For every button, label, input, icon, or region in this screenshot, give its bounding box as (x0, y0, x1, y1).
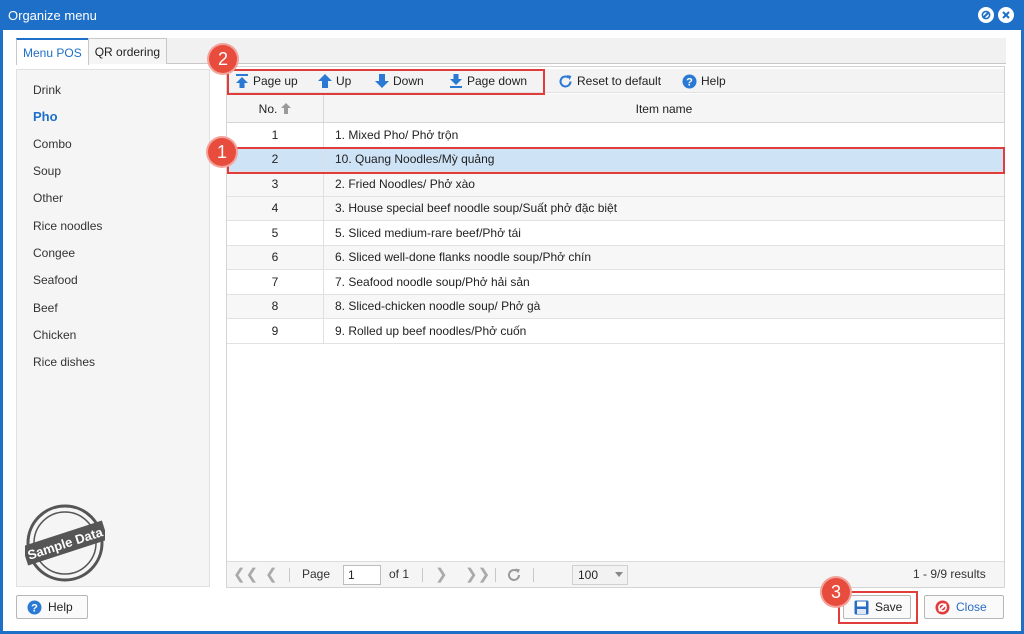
svg-text:?: ? (686, 76, 693, 88)
help-icon: ? (682, 74, 697, 88)
toolbar-highlight-box (227, 69, 545, 95)
row-item-name: 2. Fried Noodles/ Phở xào (335, 176, 475, 191)
pager-divider (422, 568, 423, 582)
title-bar: Organize menu (0, 0, 1024, 30)
category-item-seafood[interactable]: Seafood (33, 273, 78, 287)
window-title: Organize menu (8, 8, 97, 23)
last-page-icon[interactable]: ❯❯ (465, 565, 490, 583)
callout-badge-3: 3 (822, 578, 850, 606)
minimize-icon[interactable] (978, 7, 994, 23)
row-number: 4 (227, 196, 324, 220)
row-number: 1 (227, 123, 324, 147)
tab-qr-ordering[interactable]: QR ordering (87, 38, 168, 64)
row-number: 6 (227, 245, 324, 269)
pagination-bar: ❮❮ ❮ Page 1 of 1 ❯ ❯❯ 100 1 - 9/9 result… (227, 561, 1004, 587)
callout-badge-1: 1 (208, 138, 236, 166)
row-item-name: 7. Seafood noodle soup/Phở hải sản (335, 274, 530, 289)
row-number: 8 (227, 294, 324, 318)
page-number-input[interactable]: 1 (343, 565, 381, 585)
next-page-icon[interactable]: ❯ (435, 565, 448, 583)
close-label: Close (956, 600, 987, 614)
chevron-down-icon (615, 572, 623, 577)
column-no-label: No. (258, 101, 278, 116)
category-item-rice-dishes[interactable]: Rice dishes (33, 355, 95, 369)
row-item-name: 1. Mixed Pho/ Phở trộn (335, 127, 459, 142)
pager-divider (533, 568, 534, 582)
svg-text:?: ? (31, 602, 38, 614)
refresh-icon (559, 74, 572, 87)
selected-row-highlight-box (227, 147, 1005, 174)
category-item-drink[interactable]: Drink (33, 83, 61, 97)
close-button[interactable]: Close (924, 595, 1004, 619)
category-item-chicken[interactable]: Chicken (33, 328, 76, 342)
close-window-icon[interactable] (998, 7, 1014, 23)
category-item-congee[interactable]: Congee (33, 246, 75, 260)
row-number: 3 (227, 172, 324, 196)
help-button[interactable]: ? Help (16, 595, 88, 619)
reset-label: Reset to default (577, 74, 662, 88)
table-row[interactable]: 3 2. Fried Noodles/ Phở xào (227, 172, 1004, 197)
table-row[interactable]: 1 1. Mixed Pho/ Phở trộn (227, 123, 1004, 148)
results-count: 1 - 9/9 results (913, 567, 986, 581)
refresh-icon[interactable] (506, 567, 522, 583)
category-sidebar: Drink Pho Combo Soup Other Rice noodles … (16, 69, 210, 587)
pager-divider (495, 568, 496, 582)
row-item-name: 6. Sliced well-done flanks noodle soup/P… (335, 250, 592, 265)
reset-to-default-button[interactable]: Reset to default (558, 72, 661, 90)
sort-asc-icon (281, 103, 292, 114)
category-item-soup[interactable]: Soup (33, 164, 61, 178)
table-row[interactable]: 5 5. Sliced medium-rare beef/Phở tái (227, 221, 1004, 246)
row-number: 7 (227, 270, 324, 294)
category-item-pho[interactable]: Pho (33, 109, 58, 124)
table-row[interactable]: 7 7. Seafood noodle soup/Phở hải sản (227, 270, 1004, 295)
tab-menu-pos[interactable]: Menu POS (16, 38, 89, 65)
prev-page-icon[interactable]: ❮ (265, 565, 278, 583)
save-highlight-box (838, 591, 918, 624)
sample-data-stamp: Sample Data (25, 504, 105, 582)
cancel-icon (935, 600, 950, 614)
grid-header: No. Item name (227, 94, 1004, 123)
page-count-label: of 1 (389, 567, 410, 581)
help-toolbar-button[interactable]: ? Help (682, 72, 726, 90)
row-item-name: 5. Sliced medium-rare beef/Phở tái (335, 225, 521, 240)
category-item-beef[interactable]: Beef (33, 301, 58, 315)
row-number: 5 (227, 221, 324, 245)
column-header-no[interactable]: No. (227, 94, 324, 123)
page-size-select[interactable]: 100 (572, 565, 628, 585)
row-number: 9 (227, 319, 324, 343)
help-icon: ? (27, 600, 42, 614)
first-page-icon[interactable]: ❮❮ (233, 565, 258, 583)
page-size-value: 100 (578, 568, 599, 582)
row-item-name: 3. House special beef noodle soup/Suất p… (335, 201, 618, 216)
tab-bar: Menu POS QR ordering (16, 38, 168, 65)
table-row[interactable]: 6 6. Sliced well-done flanks noodle soup… (227, 245, 1004, 270)
help-toolbar-label: Help (701, 74, 726, 88)
row-item-name: 9. Rolled up beef noodles/Phở cuốn (335, 323, 527, 338)
page-label: Page (302, 567, 331, 581)
pager-divider (289, 568, 290, 582)
table-row[interactable]: 8 8. Sliced-chicken noodle soup/ Phở gà (227, 294, 1004, 319)
callout-badge-2: 2 (209, 45, 237, 73)
table-row[interactable]: 9 9. Rolled up beef noodles/Phở cuốn (227, 319, 1004, 344)
category-item-rice-noodles[interactable]: Rice noodles (33, 219, 102, 233)
category-item-combo[interactable]: Combo (33, 137, 72, 151)
help-label: Help (48, 600, 73, 614)
row-item-name: 8. Sliced-chicken noodle soup/ Phở gà (335, 299, 541, 314)
category-item-other[interactable]: Other (33, 191, 63, 205)
column-header-item-name[interactable]: Item name (324, 94, 1004, 123)
table-row[interactable]: 4 3. House special beef noodle soup/Suất… (227, 196, 1004, 221)
